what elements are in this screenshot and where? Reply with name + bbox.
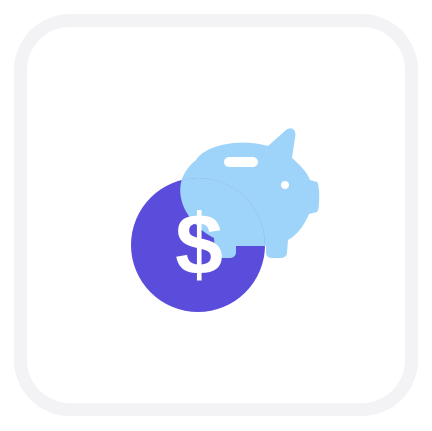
savings-icon: $	[0, 0, 432, 431]
dollar-symbol: $	[175, 197, 223, 293]
